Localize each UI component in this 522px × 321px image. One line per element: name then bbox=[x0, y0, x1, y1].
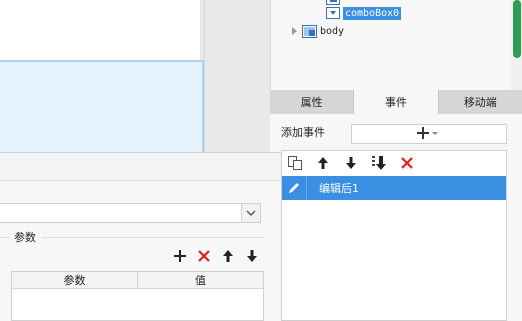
params-section-title: 参数 bbox=[14, 231, 36, 244]
delete-icon[interactable] bbox=[398, 154, 416, 172]
divider bbox=[0, 237, 10, 238]
move-bottom-icon[interactable] bbox=[370, 154, 388, 172]
body-icon bbox=[302, 24, 317, 38]
tree-item-label: body bbox=[320, 25, 345, 37]
arrow-down-icon[interactable] bbox=[342, 154, 360, 172]
pencil-icon[interactable] bbox=[282, 176, 307, 200]
event-toolbar bbox=[286, 154, 416, 172]
tab-mobile[interactable]: 移动端 bbox=[439, 90, 522, 114]
chevron-down-icon[interactable] bbox=[241, 204, 260, 222]
delete-icon[interactable] bbox=[196, 248, 212, 264]
action-select[interactable] bbox=[0, 203, 261, 223]
plus-icon[interactable] bbox=[172, 248, 188, 264]
tree-item-combobox[interactable]: comboBox0 bbox=[326, 4, 402, 22]
tab-label: 移动端 bbox=[463, 96, 497, 109]
canvas-margin bbox=[204, 0, 230, 152]
selected-component-area[interactable] bbox=[0, 60, 204, 152]
event-label: 编辑后1 bbox=[319, 182, 359, 195]
scrollbar-thumb[interactable] bbox=[513, 0, 521, 58]
tab-label: 属性 bbox=[300, 96, 323, 109]
expand-arrow-icon[interactable] bbox=[292, 27, 297, 35]
combobox-icon bbox=[326, 7, 340, 19]
params-toolbar bbox=[172, 248, 260, 264]
plus-dropdown-icon bbox=[417, 126, 441, 143]
tab-events[interactable]: 事件 bbox=[354, 90, 439, 114]
divider bbox=[42, 237, 264, 238]
detail-header bbox=[0, 153, 281, 181]
column-header-value: 值 bbox=[195, 274, 206, 287]
tree-item-body[interactable]: body bbox=[292, 22, 344, 40]
tab-label: 事件 bbox=[384, 96, 407, 109]
add-event-button[interactable] bbox=[351, 124, 507, 144]
params-table-header: 参数 值 bbox=[12, 272, 263, 289]
arrow-up-icon[interactable] bbox=[220, 248, 236, 264]
design-canvas[interactable] bbox=[0, 0, 200, 60]
arrow-up-icon[interactable] bbox=[314, 154, 332, 172]
tree-item-label: comboBox0 bbox=[343, 6, 402, 20]
arrow-down-icon[interactable] bbox=[244, 248, 260, 264]
panel-tabs: 属性 事件 移动端 bbox=[270, 90, 522, 114]
event-item[interactable]: 编辑后1 bbox=[282, 176, 506, 200]
tab-properties[interactable]: 属性 bbox=[270, 90, 355, 114]
copy-icon[interactable] bbox=[286, 154, 304, 172]
column-header-param: 参数 bbox=[12, 272, 138, 288]
add-event-label: 添加事件 bbox=[281, 126, 325, 139]
component-tree: comboBox0 body bbox=[270, 0, 522, 90]
